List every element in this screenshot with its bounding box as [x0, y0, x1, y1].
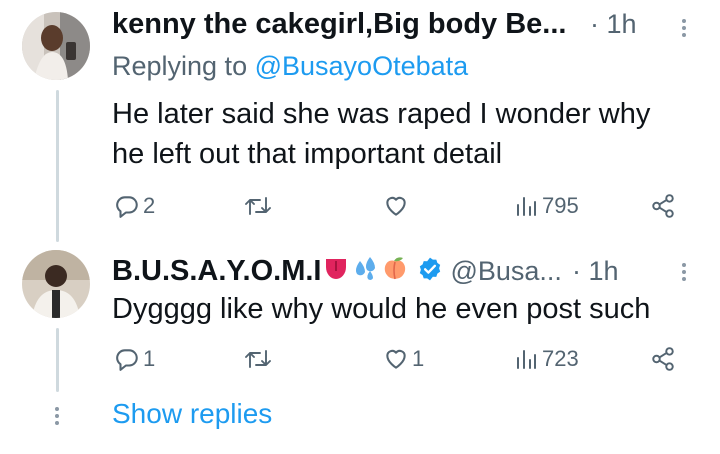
- retweet-icon: [244, 193, 272, 219]
- avatar[interactable]: [22, 250, 90, 318]
- reply-button[interactable]: 2: [114, 193, 155, 219]
- reply-button[interactable]: 1: [114, 346, 155, 372]
- share-button[interactable]: [650, 193, 676, 219]
- views-icon: [514, 193, 538, 219]
- heart-icon: [383, 193, 409, 219]
- replying-to: Replying to @BusayoOtebata: [112, 51, 468, 82]
- like-count: 1: [412, 346, 425, 371]
- like-button[interactable]: [383, 193, 409, 219]
- time-separator: ·: [590, 9, 599, 39]
- more-options-icon[interactable]: [681, 260, 687, 284]
- time-label: 1h: [588, 256, 619, 286]
- thread-dots-icon: [54, 404, 60, 428]
- retweet-button[interactable]: [244, 346, 272, 372]
- tweet-text-line: he left out that important detail: [112, 138, 503, 170]
- tweet-text-line: Dygggg like why would he even post such: [112, 293, 651, 325]
- peach-emoji-icon: [381, 255, 409, 288]
- replying-to-label: Replying to: [112, 51, 248, 81]
- show-replies-link[interactable]: Show replies: [112, 398, 272, 430]
- thread-line: [56, 90, 59, 242]
- views-button[interactable]: 795: [514, 193, 579, 219]
- tweet-author-line: B.U.S.A.Y.O.M.I @Busa... · 1h: [112, 255, 619, 288]
- views-icon: [514, 346, 538, 372]
- retweet-button[interactable]: [244, 193, 272, 219]
- views-button[interactable]: 723: [514, 346, 579, 372]
- like-button[interactable]: 1: [383, 346, 424, 372]
- author-handle[interactable]: @Busa...: [450, 256, 561, 287]
- views-count: 723: [542, 346, 579, 371]
- share-icon: [650, 193, 676, 219]
- time-label: 1h: [606, 9, 637, 39]
- thread-line: [56, 328, 59, 392]
- heart-icon: [383, 346, 409, 372]
- reply-icon: [114, 193, 140, 219]
- views-count: 795: [542, 193, 579, 218]
- replying-to-handle-link[interactable]: @BusayoOtebata: [255, 51, 469, 81]
- tongue-emoji-icon: [323, 255, 349, 288]
- share-button[interactable]: [650, 346, 676, 372]
- more-options-icon[interactable]: [681, 16, 687, 40]
- verified-badge-icon[interactable]: [417, 256, 443, 287]
- avatar[interactable]: [22, 12, 90, 80]
- tweet-text-line: He later said she was raped I wonder why: [112, 98, 651, 130]
- tweet-timestamp[interactable]: · 1h: [590, 9, 637, 40]
- time-separator: ·: [571, 256, 581, 286]
- reply-count: 2: [143, 193, 156, 218]
- retweet-icon: [244, 346, 272, 372]
- reply-icon: [114, 346, 140, 372]
- tweet-author-name[interactable]: B.U.S.A.Y.O.M.I: [112, 255, 321, 288]
- tweet-author-name[interactable]: kenny the cakegirl,Big body Be...: [112, 8, 566, 41]
- reply-count: 1: [143, 346, 156, 371]
- share-icon: [650, 346, 676, 372]
- sweat-droplets-emoji-icon: [351, 255, 379, 288]
- tweet-timestamp[interactable]: · 1h: [572, 256, 619, 287]
